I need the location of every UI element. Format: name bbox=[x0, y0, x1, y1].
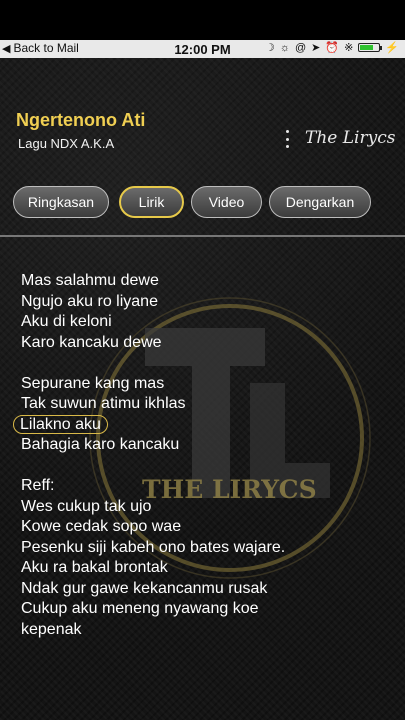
lyric-line: Reff: bbox=[21, 477, 55, 494]
brightness-icon: ☼ bbox=[279, 41, 290, 54]
lyric-line: Tak suwun atimu ikhlas bbox=[21, 395, 186, 412]
tab-ringkasan[interactable]: Ringkasan bbox=[13, 186, 109, 218]
header-divider bbox=[0, 235, 405, 237]
lyric-line: Ndak gur gawe kekancanmu rusak bbox=[21, 579, 268, 597]
bluetooth-icon: ※ bbox=[344, 42, 354, 54]
at-icon: @ bbox=[294, 41, 307, 54]
lyric-line: Ngujo aku ro liyane bbox=[21, 292, 158, 310]
tab-bar: Ringkasan Lirik Video Dengarkan bbox=[0, 186, 405, 222]
charging-icon: ⚡ bbox=[385, 42, 399, 54]
location-icon: ➤ bbox=[311, 42, 321, 54]
battery-icon bbox=[358, 43, 383, 52]
tab-video[interactable]: Video bbox=[191, 186, 262, 218]
lyric-line: Kowe cedak sopo wae bbox=[21, 518, 182, 535]
tab-dengarkan[interactable]: Dengarkan bbox=[269, 186, 371, 218]
highlighted-lyric: Lilakno aku bbox=[13, 414, 108, 434]
app-screen: THE LIRYCS Ngertenono Ati Lagu NDX A.K.A… bbox=[0, 58, 405, 720]
lyric-line: Cukup aku meneng nyawang koe bbox=[21, 600, 259, 617]
lyric-line: Aku ra bakal brontak bbox=[21, 559, 168, 576]
lyric-line: Wes cukup tak ujo bbox=[21, 497, 152, 515]
alarm-icon: ⏰ bbox=[325, 42, 340, 54]
song-artist: Lagu NDX A.K.A bbox=[18, 136, 115, 151]
lyric-line: Mas salahmu dewe bbox=[21, 272, 159, 289]
lyric-line: kepenak bbox=[21, 620, 82, 638]
battery-level bbox=[360, 45, 373, 50]
song-title: Ngertenono Ati bbox=[16, 110, 146, 130]
status-bar: ◀ Back to Mail 12:00 PM ☽ ☼ @ ➤ ⏰ ※ ⚡ bbox=[0, 40, 405, 58]
lyric-line: Pesenku siji kabeh ono bates wajare. bbox=[21, 538, 286, 556]
lyric-line: Sepurane kang mas bbox=[21, 374, 165, 392]
lyric-line: Bahagia karo kancaku bbox=[21, 436, 180, 453]
lyric-line: Lilakno aku bbox=[13, 414, 401, 436]
lyrics-body: Mas salahmu dewe Ngujo aku ro liyane Aku d… bbox=[13, 271, 401, 640]
lyric-gap bbox=[21, 456, 401, 477]
lyric-line: Aku di keloni bbox=[21, 313, 112, 330]
top-black-bar bbox=[0, 0, 405, 40]
brand-logo: The Lirycs bbox=[305, 128, 396, 148]
lyric-line: Karo kancaku dewe bbox=[21, 333, 162, 351]
tab-lirik[interactable]: Lirik bbox=[119, 186, 184, 218]
more-vert-icon[interactable] bbox=[283, 130, 291, 148]
moon-icon: ☽ bbox=[265, 42, 275, 54]
status-icons: ☽ ☼ @ ➤ ⏰ ※ ⚡ bbox=[265, 41, 399, 55]
lyric-gap bbox=[21, 353, 401, 374]
